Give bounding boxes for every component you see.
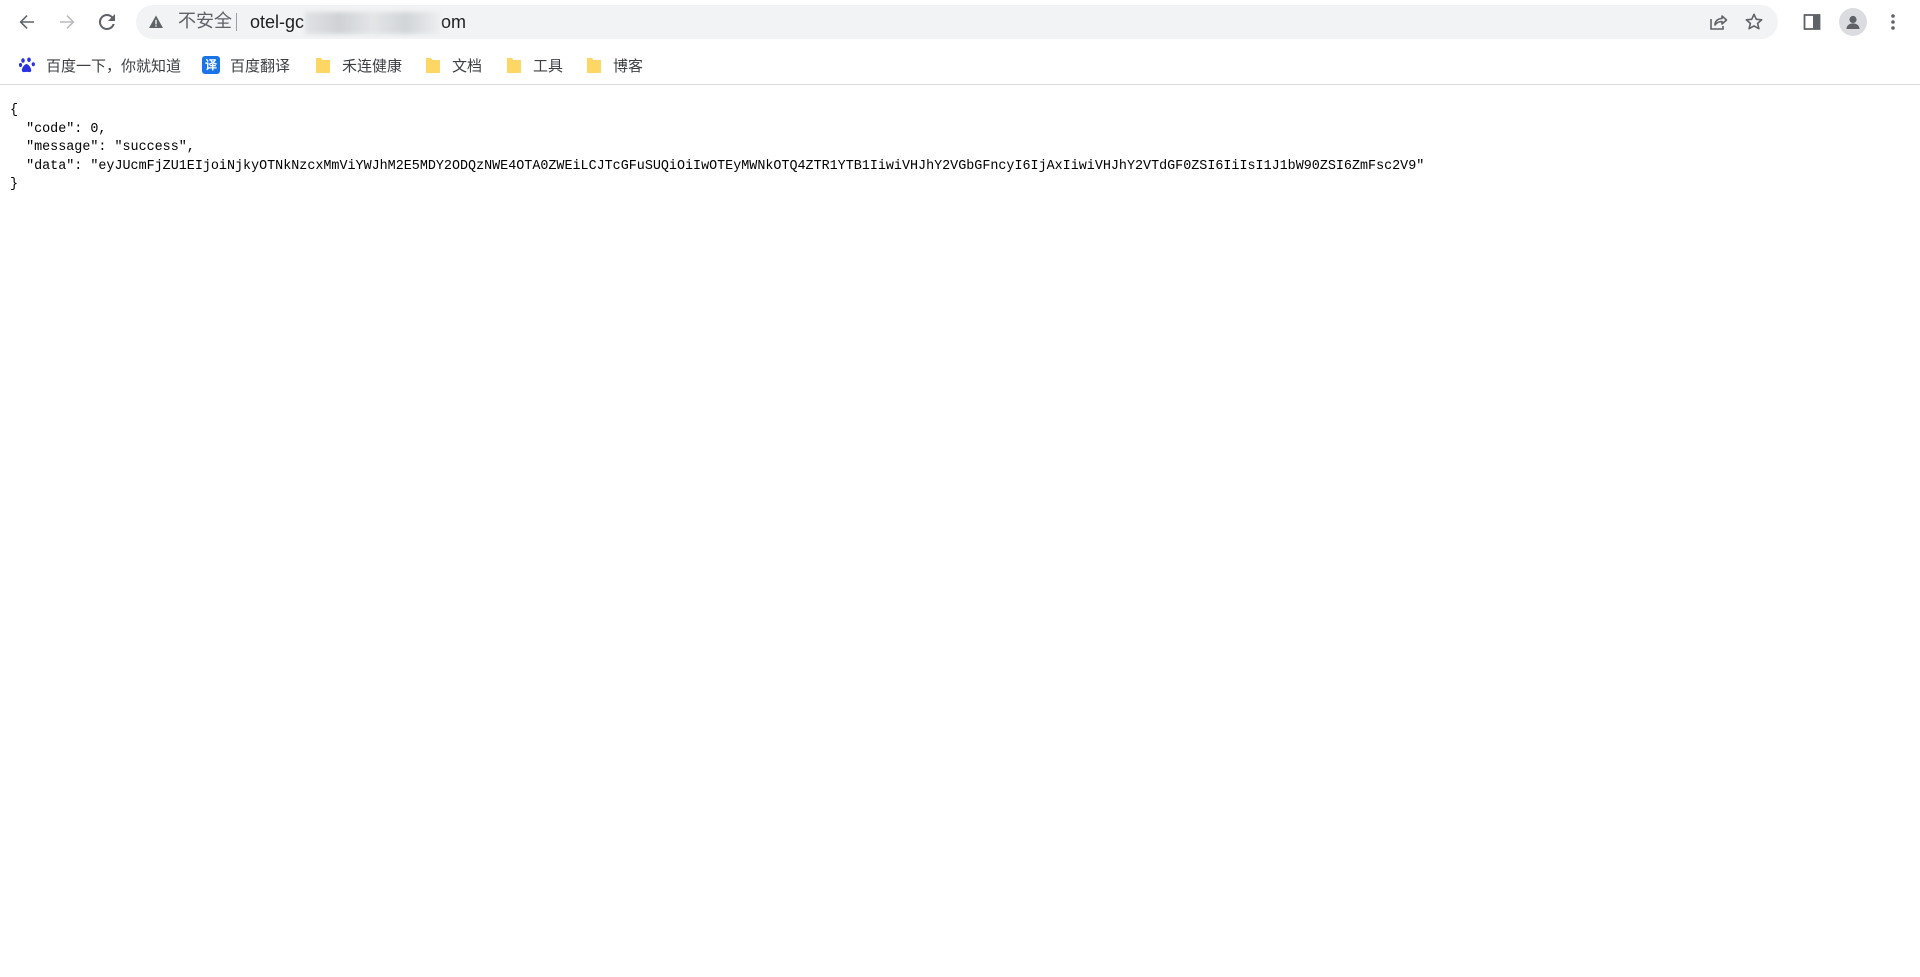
forward-button[interactable] (50, 5, 84, 39)
side-panel-icon (1803, 14, 1821, 30)
bookmark-folder-helian[interactable]: 禾连健康 (314, 52, 402, 78)
json-message-line: "message": "success", (10, 140, 195, 155)
json-open-brace: { (10, 103, 19, 118)
baidu-paw-icon (18, 56, 36, 74)
bookmark-folder-tools[interactable]: 工具 (505, 52, 563, 78)
bookmark-label: 禾连健康 (342, 56, 403, 75)
url-end: om (441, 12, 467, 32)
folder-icon (505, 56, 523, 74)
url-redaction (305, 12, 441, 35)
profile-button[interactable] (1839, 8, 1867, 36)
bookmark-folder-blog[interactable]: 博客 (585, 52, 643, 78)
json-close-brace: } (10, 177, 19, 192)
chrome-menu-button[interactable] (1879, 8, 1907, 36)
folder-icon (585, 56, 603, 74)
star-icon[interactable] (1744, 12, 1764, 32)
translate-icon: 译 (202, 56, 220, 74)
security-label[interactable]: 不安全 (178, 5, 232, 39)
browser-toolbar: 不安全 otel-gc om (0, 0, 1920, 46)
bookmark-label: 博客 (613, 56, 644, 75)
address-bar[interactable]: 不安全 otel-gc om (136, 5, 1778, 39)
url-start: otel-gc (250, 12, 305, 32)
bookmark-folder-docs[interactable]: 文档 (424, 52, 482, 78)
share-icon[interactable] (1708, 12, 1728, 32)
json-response-body: { "code": 0, "message": "success", "data… (10, 102, 1424, 195)
bookmarks-bar: 百度一下，你就知道 译 百度翻译 禾连健康 文档 工具 博客 (0, 46, 1920, 85)
reload-button[interactable] (90, 5, 124, 39)
bookmark-label: 百度翻译 (230, 56, 291, 75)
bookmark-label: 百度一下，你就知道 (46, 56, 182, 75)
security-separator (236, 13, 237, 31)
bookmark-label: 文档 (452, 56, 483, 75)
url-text[interactable]: otel-gc om (250, 5, 466, 39)
bookmark-baidu[interactable]: 百度一下，你就知道 (18, 52, 181, 78)
json-code-line: "code": 0, (10, 121, 107, 137)
forward-arrow-icon (60, 15, 75, 29)
json-data-line: "data": "eyJUcmFjZU1EIjoiNjkyOTNkNzcxMmV… (10, 158, 1425, 174)
side-panel-button[interactable] (1798, 8, 1826, 36)
bookmark-label: 工具 (533, 56, 564, 75)
folder-icon (314, 56, 332, 74)
bookmark-baidu-translate[interactable]: 译 百度翻译 (202, 52, 290, 78)
kebab-menu-icon (1891, 14, 1895, 30)
warning-triangle-icon[interactable] (148, 14, 164, 30)
profile-avatar-icon (1846, 15, 1860, 29)
reload-icon (98, 13, 115, 30)
back-button[interactable] (10, 5, 44, 39)
back-arrow-icon (19, 15, 34, 29)
folder-icon (424, 56, 442, 74)
